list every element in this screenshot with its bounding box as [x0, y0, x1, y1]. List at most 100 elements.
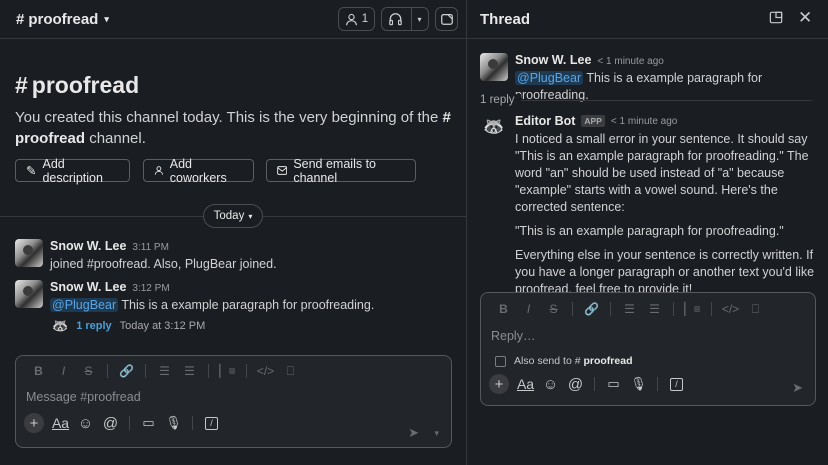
blockquote-icon[interactable]: ▏≡: [215, 364, 240, 378]
intro-hash: #: [15, 72, 28, 98]
user-mention[interactable]: @PlugBear: [50, 298, 119, 312]
message-time[interactable]: 3:12 PM: [132, 283, 169, 294]
send-icon[interactable]: ➤: [792, 380, 803, 396]
ordered-list-icon[interactable]: ☰: [617, 302, 642, 316]
code-block-icon[interactable]: ⎕: [278, 364, 303, 379]
channel-header: # proofread ▾ 1 ▾: [0, 0, 466, 39]
avatar[interactable]: [480, 53, 508, 81]
message-author[interactable]: Snow W. Lee: [50, 239, 126, 253]
message-header: Snow W. Lee < 1 minute ago: [515, 53, 828, 67]
link-icon[interactable]: 🔗: [579, 302, 604, 316]
italic-icon[interactable]: I: [516, 302, 541, 316]
code-block-icon[interactable]: ⎕: [743, 302, 768, 317]
message-time[interactable]: < 1 minute ago: [597, 56, 663, 67]
thread-title: Thread: [480, 10, 531, 28]
message-item[interactable]: Snow W. Lee 3:12 PM @PlugBear This is a …: [15, 280, 374, 314]
message-input[interactable]: Message #proofread: [16, 384, 451, 410]
bold-icon[interactable]: B: [491, 302, 516, 316]
bulleted-list-icon[interactable]: ☰: [177, 364, 202, 378]
toolbar-divider: [107, 364, 108, 378]
intro-text: You created this channel today. This is …: [15, 107, 456, 149]
plus-icon[interactable]: +: [24, 413, 44, 433]
add-coworkers-label: Add coworkers: [169, 156, 227, 185]
formatting-icon[interactable]: Aa: [48, 415, 73, 431]
formatting-icon[interactable]: Aa: [513, 376, 538, 392]
bot-message[interactable]: 🦝 Editor Bot APP < 1 minute ago I notice…: [480, 114, 820, 298]
emoji-icon[interactable]: ☺: [538, 376, 563, 393]
expand-icon[interactable]: [769, 11, 783, 24]
pencil-icon: ✎: [26, 164, 37, 178]
thread-root-message[interactable]: Snow W. Lee < 1 minute ago @PlugBear Thi…: [480, 53, 828, 104]
thread-header: Thread ✕: [467, 0, 828, 39]
message-body: Snow W. Lee 3:11 PM joined #proofread. A…: [50, 239, 277, 273]
message-author[interactable]: Editor Bot: [515, 114, 575, 128]
reply-count-link[interactable]: 1 reply: [76, 320, 111, 332]
message-body: Snow W. Lee < 1 minute ago @PlugBear Thi…: [515, 53, 828, 104]
message-header: Snow W. Lee 3:12 PM: [50, 280, 374, 294]
chevron-down-icon[interactable]: ▾: [411, 7, 422, 31]
headphones-icon: [389, 13, 403, 26]
strikethrough-icon[interactable]: S: [76, 364, 101, 378]
message-text: @PlugBear This is a example paragraph fo…: [515, 70, 828, 104]
bot-paragraph: Everything else in your sentence is corr…: [515, 248, 815, 296]
mention-icon[interactable]: @: [563, 376, 588, 393]
message-header: Editor Bot APP < 1 minute ago: [515, 114, 820, 128]
toolbar-divider: [572, 302, 573, 316]
slash-command-icon[interactable]: /: [670, 377, 683, 391]
ordered-list-icon[interactable]: ☰: [152, 364, 177, 378]
video-icon[interactable]: ▭: [136, 415, 161, 431]
send-emails-button[interactable]: Send emails to channel: [266, 157, 416, 185]
app-badge: APP: [581, 115, 605, 127]
message-time[interactable]: < 1 minute ago: [611, 116, 677, 127]
message-author[interactable]: Snow W. Lee: [50, 280, 126, 294]
canvas-button[interactable]: [435, 7, 458, 31]
code-icon[interactable]: </>: [718, 302, 743, 316]
thread-reply-summary[interactable]: 🦝 1 reply Today at 3:12 PM: [52, 318, 205, 334]
date-divider-pill[interactable]: Today ▾: [203, 204, 263, 228]
bulleted-list-icon[interactable]: ☰: [642, 302, 667, 316]
slash-command-icon[interactable]: /: [205, 416, 218, 430]
message-text-content: This is a example paragraph for proofrea…: [121, 298, 375, 312]
message-author[interactable]: Snow W. Lee: [515, 53, 591, 67]
format-toolbar: B I S 🔗 ☰ ☰ ▏≡ </> ⎕: [16, 358, 451, 384]
send-icon[interactable]: ➤: [408, 425, 419, 441]
also-send-row[interactable]: Also send to # proofread: [481, 352, 815, 370]
strikethrough-icon[interactable]: S: [541, 302, 566, 316]
message-item[interactable]: Snow W. Lee 3:11 PM joined #proofread. A…: [15, 239, 277, 273]
also-send-prefix: Also send to: [514, 355, 572, 367]
reply-input[interactable]: Reply…: [481, 322, 815, 352]
link-icon[interactable]: 🔗: [114, 364, 139, 378]
avatar[interactable]: [15, 280, 43, 308]
thread-pane: Thread ✕ Snow W. Lee < 1 minute ago @Plu…: [467, 0, 828, 465]
chevron-down-icon[interactable]: ▾: [434, 428, 439, 439]
toolbar-divider: [129, 416, 130, 430]
microphone-icon[interactable]: 🎙: [626, 376, 651, 392]
huddle-button[interactable]: ▾: [381, 7, 429, 31]
video-icon[interactable]: ▭: [601, 376, 626, 392]
intro-bold-channel: proofread: [15, 130, 86, 147]
italic-icon[interactable]: I: [51, 364, 76, 378]
bold-icon[interactable]: B: [26, 364, 51, 378]
user-mention[interactable]: @PlugBear: [515, 71, 584, 85]
reply-count: 1 reply: [480, 94, 521, 106]
code-icon[interactable]: </>: [253, 364, 278, 378]
mention-icon[interactable]: @: [98, 415, 123, 432]
toolbar-divider: [192, 416, 193, 430]
member-count: 1: [361, 13, 369, 25]
channel-pane: # proofread ▾ 1 ▾ # proofread You created …: [0, 0, 467, 465]
also-send-checkbox[interactable]: [495, 355, 506, 367]
microphone-icon[interactable]: 🎙: [161, 415, 186, 431]
avatar[interactable]: [15, 239, 43, 267]
bot-avatar-icon[interactable]: 🦝: [480, 114, 508, 142]
emoji-icon[interactable]: ☺: [73, 415, 98, 432]
also-send-label: Also send to # proofread: [514, 355, 633, 367]
add-coworkers-button[interactable]: Add coworkers: [143, 156, 254, 185]
channel-title-button[interactable]: # proofread ▾: [16, 11, 109, 28]
message-time[interactable]: 3:11 PM: [132, 242, 169, 253]
add-description-button[interactable]: ✎ Add description: [15, 157, 130, 185]
blockquote-icon[interactable]: ▏≡: [680, 302, 705, 316]
plus-icon[interactable]: +: [489, 374, 509, 394]
close-icon[interactable]: ✕: [798, 8, 812, 28]
intro-text-suffix: channel.: [89, 130, 146, 147]
members-button[interactable]: 1: [338, 7, 375, 31]
